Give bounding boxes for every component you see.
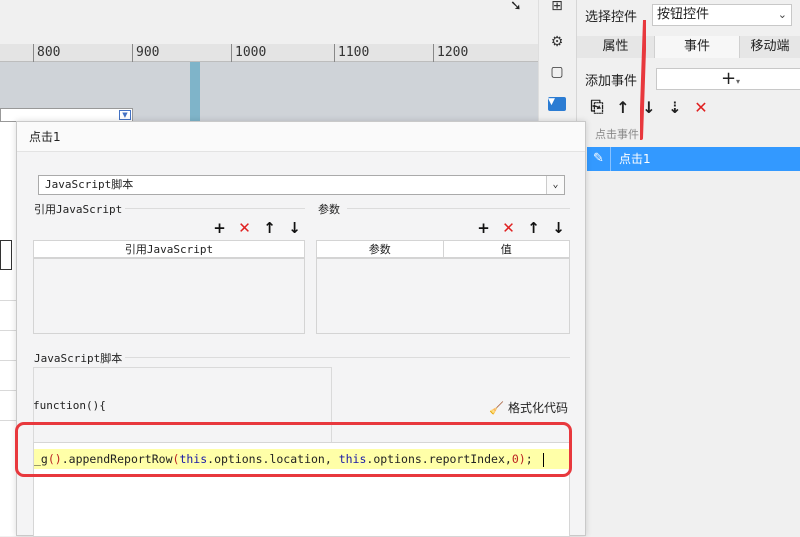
ruler-tick: 1200 bbox=[433, 44, 468, 62]
selected-column-strip bbox=[190, 62, 200, 122]
table-header: 引用JavaScript bbox=[34, 241, 304, 259]
canvas-combo-widget[interactable]: ▼ bbox=[0, 108, 133, 122]
chevron-down-icon[interactable]: ⌄ bbox=[546, 176, 564, 194]
layout-icon[interactable]: ⊞ bbox=[547, 0, 567, 16]
format-code-label: 格式化代码 bbox=[507, 401, 568, 415]
column-header[interactable]: 参数 bbox=[317, 241, 444, 257]
event-category: 点击事件 bbox=[595, 128, 639, 141]
group-divider bbox=[125, 357, 570, 358]
ruler-tick: 1000 bbox=[231, 44, 266, 62]
params-table: 参数 值 bbox=[316, 240, 570, 334]
tab-mobile[interactable]: 移动端 bbox=[740, 36, 800, 58]
add-event-button[interactable]: +▾ bbox=[656, 68, 800, 90]
broom-icon: 🧹 bbox=[489, 400, 504, 415]
tab-events[interactable]: 事件 bbox=[655, 36, 740, 58]
copy-icon[interactable]: ⎘ bbox=[587, 97, 607, 117]
pencil-icon[interactable]: ✎ bbox=[587, 147, 611, 171]
sort-icon[interactable]: ⇣ bbox=[665, 98, 685, 117]
chevron-down-icon[interactable]: ▼ bbox=[119, 110, 131, 120]
grid-line bbox=[0, 420, 17, 421]
add-icon[interactable]: + bbox=[212, 220, 227, 236]
move-up-icon[interactable]: ↑ bbox=[262, 220, 277, 236]
function-signature: function(){ bbox=[33, 399, 106, 412]
script-group-label: JavaScript脚本 bbox=[34, 352, 123, 365]
grid-line bbox=[0, 300, 17, 301]
ref-js-table: 引用JavaScript bbox=[33, 240, 305, 334]
move-up-icon[interactable]: ↑ bbox=[526, 220, 541, 236]
ruler-tick: 1100 bbox=[334, 44, 369, 62]
chevron-down-icon: ⌄ bbox=[777, 8, 787, 21]
ref-js-toolbar: + ✕ ↑ ↓ bbox=[212, 220, 302, 236]
annotation-stroke bbox=[640, 20, 646, 140]
event-item[interactable]: ✎ 点击1 bbox=[587, 147, 800, 171]
event-toolbar: ⎘ ↑ ↓ ⇣ ✕ bbox=[587, 96, 711, 118]
params-group-label: 参数 bbox=[318, 203, 340, 216]
params-toolbar: + ✕ ↑ ↓ bbox=[476, 220, 566, 236]
control-select[interactable]: 按钮控件 ⌄ bbox=[652, 4, 792, 26]
top-strip bbox=[0, 0, 538, 44]
right-properties-panel: 选择控件 按钮控件 ⌄ 属性 事件 移动端 添加事件 +▾ ⎘ ↑ ↓ ⇣ ✕ … bbox=[576, 0, 800, 536]
delete-icon[interactable]: ✕ bbox=[691, 98, 711, 117]
group-divider bbox=[347, 208, 570, 209]
grid-line bbox=[0, 360, 17, 361]
event-item-label: 点击1 bbox=[619, 152, 651, 166]
control-select-value: 按钮控件 bbox=[657, 7, 710, 22]
table-header: 参数 值 bbox=[317, 241, 569, 259]
ruler-tick: 800 bbox=[33, 44, 60, 62]
move-up-icon[interactable]: ↑ bbox=[613, 98, 633, 117]
dialog-title: 点击1 bbox=[17, 122, 585, 152]
action-type-select[interactable]: JavaScript脚本 ⌄ bbox=[38, 175, 565, 195]
panel-tabs: 属性 事件 移动端 bbox=[577, 36, 800, 58]
select-control-label: 选择控件 bbox=[585, 10, 638, 25]
grid-line bbox=[0, 390, 17, 391]
widget-settings-icon[interactable]: ⚙ bbox=[547, 32, 567, 52]
selected-cell[interactable] bbox=[0, 240, 12, 270]
column-header[interactable]: 值 bbox=[444, 241, 570, 257]
dropdown-widget-icon[interactable]: ▼ bbox=[547, 94, 567, 114]
plus-icon: + bbox=[720, 68, 737, 89]
format-code-button[interactable]: 🧹 格式化代码 bbox=[489, 399, 568, 416]
frame-icon[interactable]: ▢ bbox=[547, 62, 567, 82]
delete-icon[interactable]: ✕ bbox=[237, 220, 252, 236]
horizontal-ruler: 800 900 1000 1100 1200 bbox=[0, 44, 538, 62]
side-toolbar: ⊞ ⚙ ▢ ▼ bbox=[538, 0, 575, 122]
delete-icon[interactable]: ✕ bbox=[501, 220, 516, 236]
add-icon[interactable]: + bbox=[476, 220, 491, 236]
annotation-highlight-box bbox=[15, 422, 572, 477]
column-header[interactable]: 引用JavaScript bbox=[34, 241, 304, 257]
group-divider bbox=[125, 208, 305, 209]
move-down-icon[interactable]: ↓ bbox=[551, 220, 566, 236]
ruler-tick: 900 bbox=[132, 44, 159, 62]
move-down-icon[interactable]: ↓ bbox=[287, 220, 302, 236]
cursor-arrow-icon: ➘ bbox=[510, 0, 522, 14]
ref-js-group-label: 引用JavaScript bbox=[34, 203, 123, 216]
action-type-value: JavaScript脚本 bbox=[45, 178, 134, 191]
grid-line bbox=[0, 330, 17, 331]
add-event-label: 添加事件 bbox=[585, 74, 638, 89]
